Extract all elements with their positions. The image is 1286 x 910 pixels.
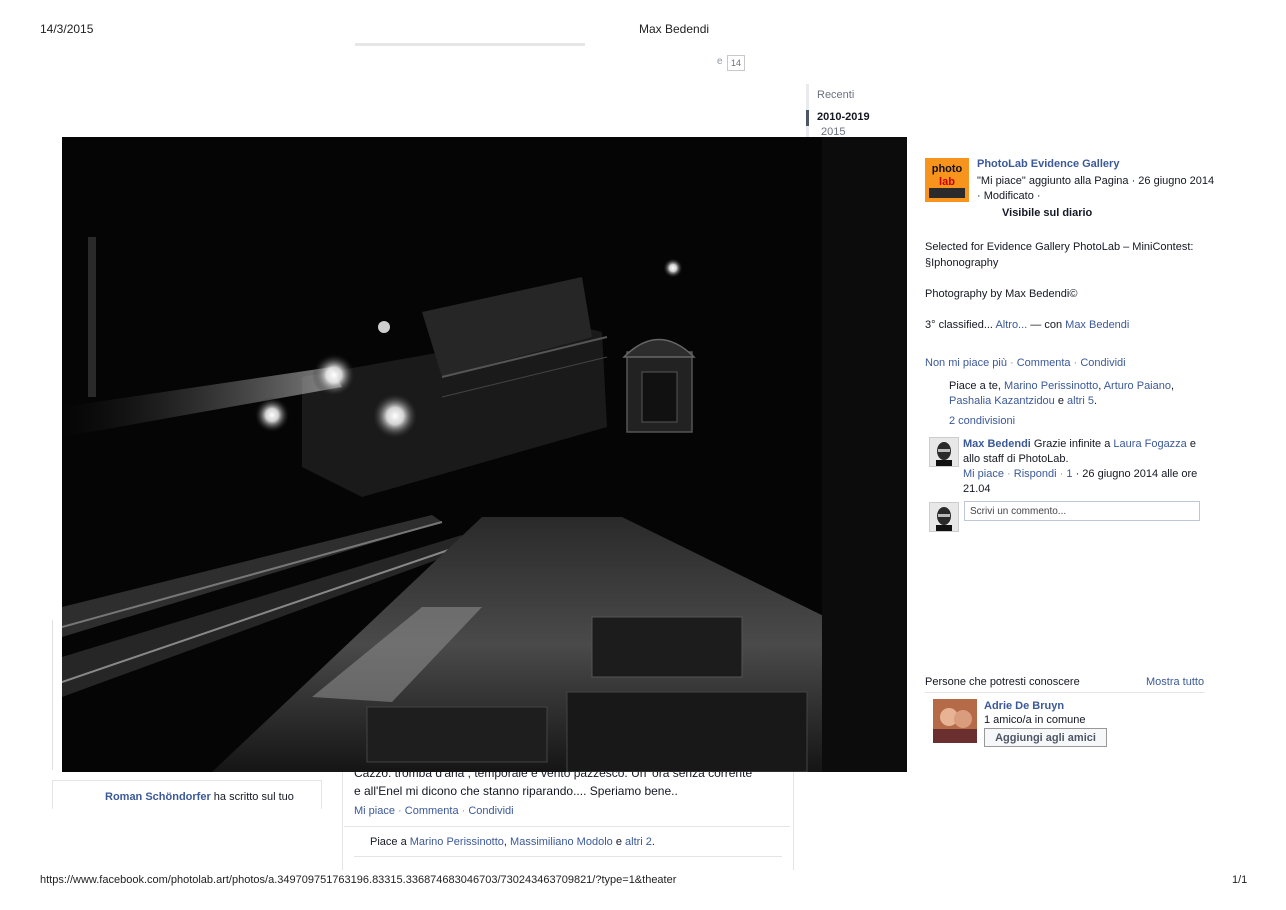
likes-end: . <box>1093 395 1098 407</box>
user-avatar-icon <box>930 438 958 466</box>
post-share-link[interactable]: Condividi <box>468 805 513 817</box>
liker-link[interactable]: Marino Perissinotto <box>1004 380 1098 392</box>
photo-actions: Non mi piace più · Commenta · Condividi <box>925 357 1126 369</box>
post-text-line: e all'Enel mi dicono che stanno riparand… <box>354 784 678 798</box>
notification-prefix: e <box>717 56 723 67</box>
print-title: Max Bedendi <box>639 22 710 36</box>
post-actions: Mi piace · Commenta · Condividi <box>354 805 514 817</box>
liker-link[interactable]: Marino Perissinotto <box>410 836 504 848</box>
comment-link[interactable]: Commenta <box>1017 357 1071 369</box>
post-likes-summary: Piace a Marino Perissinotto, Massimilian… <box>370 836 655 848</box>
add-friend-button[interactable]: Aggiungi agli amici <box>984 728 1107 747</box>
comment-body: Max Bedendi Grazie infinite a Laura Foga… <box>963 437 1203 467</box>
comment-reply-link[interactable]: Rispondi <box>1014 468 1057 480</box>
page-avatar[interactable]: photo lab <box>925 158 969 202</box>
user-avatar-icon <box>930 503 958 531</box>
pymk-divider <box>925 692 1205 693</box>
likes-and: e <box>615 836 622 848</box>
page-name-link[interactable]: PhotoLab Evidence Gallery <box>977 158 1119 170</box>
liker-link[interactable]: Massimiliano Modolo <box>510 836 613 848</box>
comment-like-count[interactable]: 1 <box>1066 468 1072 480</box>
photo-image <box>62 137 907 772</box>
timeline-recent-link[interactable]: Recenti <box>817 89 854 101</box>
person-photo-icon <box>933 699 977 743</box>
likes-others-link[interactable]: altri 2 <box>625 836 652 848</box>
comment-meta: Mi piace · Rispondi · 1 · 26 giugno 2014… <box>963 468 1198 495</box>
timeline-selected-marker <box>806 110 809 126</box>
print-page-number: 1/1 <box>1232 874 1248 886</box>
liker-link[interactable]: Arturo Paiano <box>1104 380 1171 392</box>
pymk-title: Persone che potresti conoscere <box>925 676 1080 688</box>
visibility-label: Visibile sul diario <box>1002 207 1093 219</box>
comment-text: Grazie infinite a <box>1033 438 1111 450</box>
photo-description: Selected for Evidence Gallery PhotoLab –… <box>925 239 1225 348</box>
description-line: Photography by Max Bedendi© <box>925 288 1078 300</box>
logo-text-top: photo <box>932 163 963 175</box>
notification-badge[interactable]: 14 <box>727 55 745 71</box>
post-comment-link[interactable]: Commenta <box>405 805 459 817</box>
tagged-person-link[interactable]: Max Bedendi <box>1065 319 1129 331</box>
likes-end: . <box>651 836 655 848</box>
shares-link[interactable]: 2 condivisioni <box>949 415 1015 427</box>
pymk-see-all-link[interactable]: Mostra tutto <box>1146 676 1204 688</box>
timeline-nav: Recenti 2010-2019 2015 <box>806 84 911 140</box>
likes-others-link[interactable]: altri 5 <box>1067 395 1094 407</box>
post-divider <box>354 856 782 857</box>
comment-mention-link[interactable]: Laura Fogazza <box>1113 438 1186 450</box>
logo-text-bottom: lab <box>939 176 955 188</box>
activity-action: ha scritto sul tuo <box>213 791 294 803</box>
with-text: — con <box>1030 319 1063 331</box>
photo-likes-summary: Piace a te, Marino Perissinotto, Arturo … <box>949 380 1175 407</box>
suggested-person-mutual: 1 amico/a in comune <box>984 714 1086 726</box>
description-classified: 3° classified... Altro... — con Max Bede… <box>925 317 1225 333</box>
classified-text: 3° classified... <box>925 319 993 331</box>
night-railway-photo[interactable] <box>62 137 907 772</box>
likes-prefix: Piace a te, <box>949 380 1001 392</box>
photolab-logo-icon: photo lab <box>925 158 969 202</box>
timeline-decade-link[interactable]: 2010-2019 <box>817 111 870 123</box>
likes-and: e <box>1057 395 1064 407</box>
likes-prefix: Piace a <box>370 836 407 848</box>
comment-like-link[interactable]: Mi piace <box>963 468 1004 480</box>
page-meta: "Mi piace" aggiunto alla Pagina · 26 giu… <box>977 175 1215 202</box>
print-url: https://www.facebook.com/photolab.art/ph… <box>40 874 677 886</box>
description-line: Selected for Evidence Gallery PhotoLab –… <box>925 241 1194 269</box>
print-date: 14/3/2015 <box>40 22 94 36</box>
comment-input[interactable]: Scrivi un commento... <box>964 501 1200 521</box>
comment-author-link[interactable]: Max Bedendi <box>963 438 1031 450</box>
unlike-link[interactable]: Non mi piace più <box>925 357 1007 369</box>
left-column-divider <box>52 620 53 770</box>
suggested-person-name[interactable]: Adrie De Bruyn <box>984 700 1064 712</box>
comment-author-avatar[interactable] <box>929 437 959 467</box>
current-user-avatar <box>929 502 959 532</box>
see-more-link[interactable]: Altro... <box>995 319 1027 331</box>
liker-link[interactable]: Pashalia Kazantzidou <box>949 395 1055 407</box>
post-like-link[interactable]: Mi piace <box>354 805 395 817</box>
left-activity-text: Roman Schöndorfer ha scritto sul tuo <box>105 791 294 803</box>
background-header-bar <box>355 43 585 46</box>
post-divider <box>344 826 790 827</box>
activity-author-link[interactable]: Roman Schöndorfer <box>105 791 211 803</box>
share-link[interactable]: Condividi <box>1080 357 1125 369</box>
suggested-person-avatar[interactable] <box>933 699 977 743</box>
